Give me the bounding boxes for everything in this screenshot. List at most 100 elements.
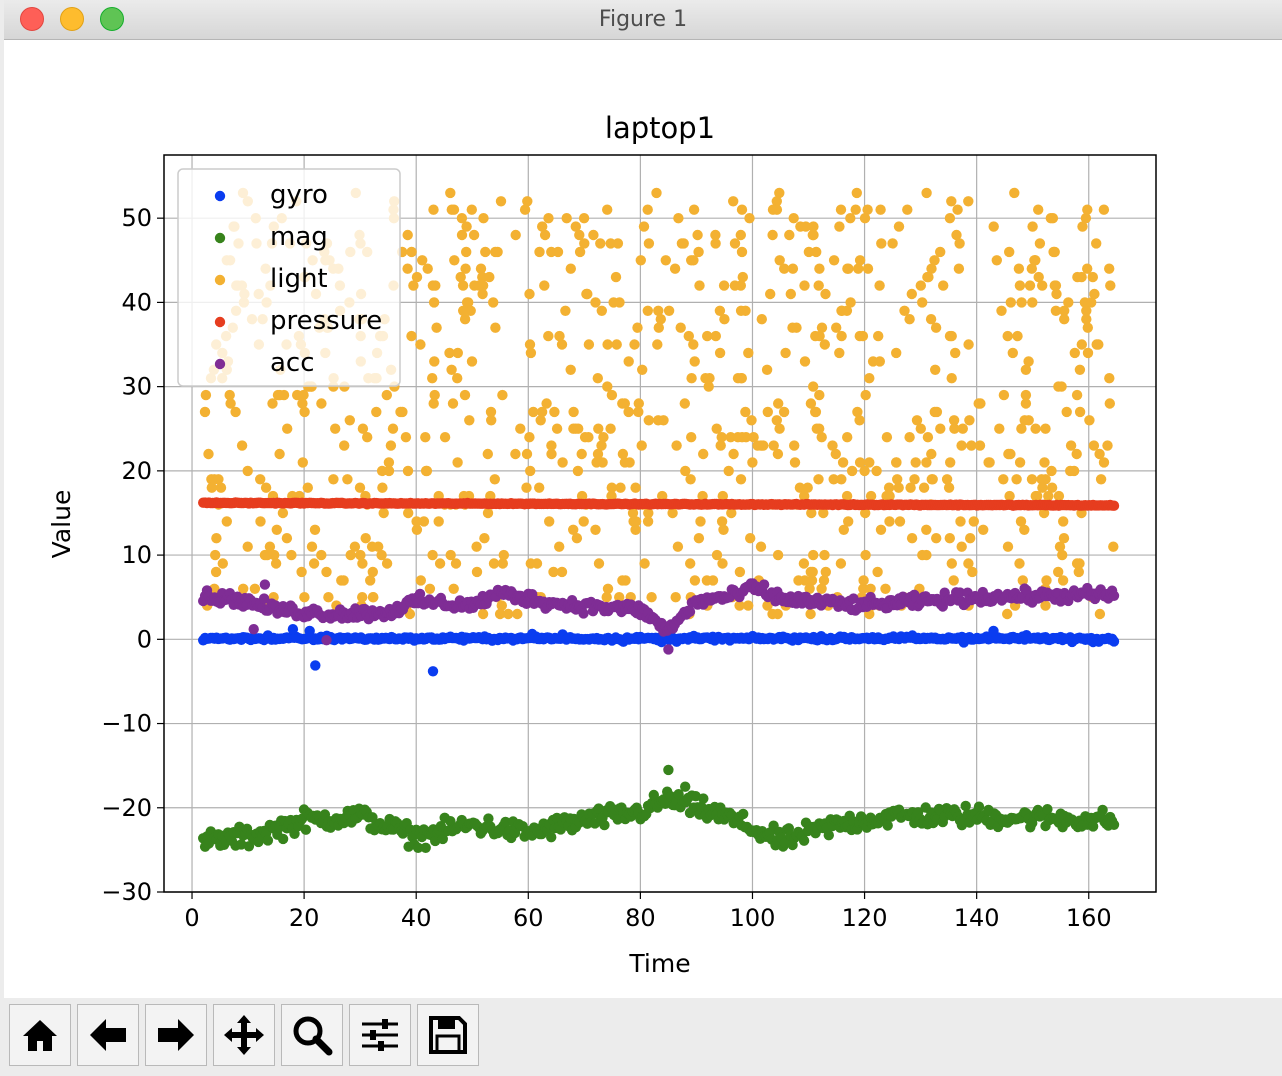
light-point (629, 339, 640, 350)
light-point (323, 592, 334, 603)
light-point (636, 440, 647, 451)
light-point (1039, 457, 1050, 468)
light-point (554, 541, 565, 552)
light-point (428, 398, 439, 409)
light-point (876, 238, 887, 249)
light-point (761, 364, 773, 375)
light-point (242, 541, 253, 552)
light-point (525, 347, 537, 359)
light-point (471, 566, 483, 578)
light-point (1073, 566, 1085, 578)
light-point (767, 204, 779, 215)
light-point (1053, 381, 1064, 392)
light-point (642, 516, 654, 527)
light-point (830, 448, 841, 460)
light-point (965, 533, 976, 544)
light-point (1019, 415, 1030, 426)
y-tick-label: 10 (121, 541, 152, 569)
light-point (814, 263, 825, 274)
light-point (576, 448, 587, 460)
light-point (309, 524, 321, 535)
figure-window: Figure 1 0 20 40 60 80 100 120 140 160 −30 −20 −10 0… (4, 0, 1282, 1076)
light-point (946, 558, 957, 569)
light-point (710, 330, 721, 342)
light-point (445, 187, 456, 199)
light-point (915, 423, 926, 434)
legend-label-pressure: pressure (270, 306, 382, 336)
light-point (672, 541, 684, 552)
light-point (595, 238, 606, 249)
light-point (910, 457, 921, 468)
light-point (860, 389, 871, 401)
light-point (306, 541, 318, 552)
mag-point (738, 808, 749, 820)
light-point (328, 474, 339, 485)
light-point (843, 263, 854, 274)
light-point (729, 238, 741, 249)
light-point (1059, 305, 1070, 316)
light-point (711, 549, 723, 561)
light-point (428, 204, 439, 215)
light-point (605, 423, 616, 434)
move-icon (224, 1015, 264, 1055)
x-tick-label: 140 (954, 904, 1000, 932)
light-point (921, 524, 932, 535)
light-point (810, 406, 822, 418)
configure-subplots-button[interactable] (349, 1004, 411, 1066)
light-point (403, 507, 414, 519)
light-point (524, 288, 535, 300)
light-point (490, 322, 501, 333)
light-point (591, 457, 602, 468)
light-point (637, 364, 648, 375)
light-point (534, 482, 545, 493)
back-button[interactable] (77, 1004, 139, 1066)
arrow-left-icon (90, 1019, 126, 1051)
light-point (1104, 373, 1115, 384)
light-point (588, 229, 599, 241)
light-point (669, 263, 681, 274)
light-point (670, 592, 681, 603)
light-point (316, 398, 327, 409)
save-button[interactable] (417, 1004, 479, 1066)
x-tick-label: 80 (625, 904, 656, 932)
light-point (950, 347, 961, 359)
forward-button[interactable] (145, 1004, 207, 1066)
light-point (482, 448, 493, 460)
x-tick-label: 20 (289, 904, 320, 932)
light-point (893, 221, 905, 232)
light-point (549, 406, 560, 418)
home-button[interactable] (9, 1004, 71, 1066)
light-point (1105, 280, 1116, 291)
y-tick-label: 40 (121, 288, 152, 316)
light-point (748, 432, 759, 443)
light-point (387, 423, 399, 434)
light-point (735, 305, 747, 316)
light-point (433, 516, 444, 527)
scatter-chart[interactable]: 0 20 40 60 80 100 120 140 160 −30 −20 −10 0 10 20 30 40 5… (4, 40, 1282, 998)
light-point (728, 196, 739, 207)
light-point (693, 533, 705, 544)
light-point (974, 440, 986, 451)
arrow-right-icon (158, 1019, 194, 1051)
light-point (642, 204, 653, 215)
light-point (610, 271, 622, 283)
light-point (385, 440, 397, 451)
light-point (772, 608, 783, 620)
light-point (755, 541, 767, 552)
light-point (799, 280, 810, 291)
mag-point (300, 824, 312, 835)
zoom-button[interactable] (281, 1004, 343, 1066)
light-point (973, 398, 984, 409)
light-point (477, 608, 489, 620)
light-point (452, 373, 463, 384)
light-point (418, 516, 430, 527)
pan-button[interactable] (213, 1004, 275, 1066)
y-tick-label: 50 (121, 204, 152, 232)
light-point (367, 592, 379, 603)
x-axis-label: Time (628, 949, 690, 978)
light-point (694, 280, 705, 291)
light-point (880, 583, 891, 594)
light-point (1011, 474, 1022, 485)
light-point (497, 389, 508, 401)
mag-point (1097, 804, 1108, 816)
